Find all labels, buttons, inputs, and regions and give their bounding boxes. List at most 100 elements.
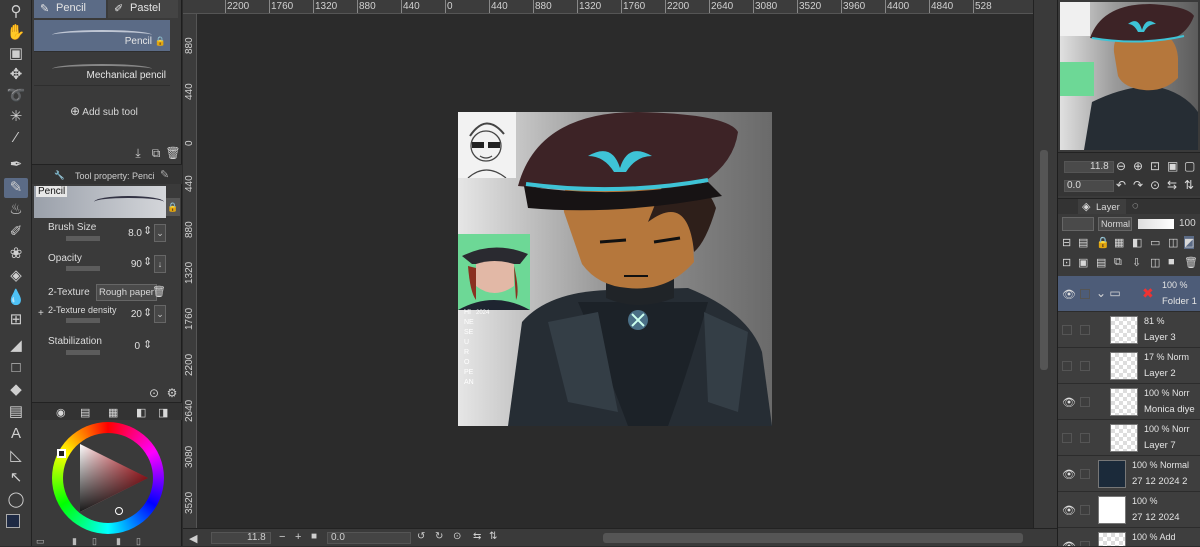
new-folder-icon[interactable]: ▤ bbox=[1096, 256, 1106, 269]
flip-vertical-icon[interactable]: ⇅ bbox=[489, 531, 497, 542]
zoom-value[interactable]: 11.8 bbox=[247, 532, 266, 543]
lasso-icon[interactable]: ➰ bbox=[4, 86, 28, 106]
lock-icon[interactable]: 🔒 bbox=[166, 198, 180, 216]
brush-item-mechanical-pencil[interactable]: Mechanical pencil bbox=[34, 54, 170, 86]
layer-name[interactable]: 27 12 2024 2 bbox=[1132, 476, 1187, 487]
layer-row[interactable]: 👁 100 % Norr Monica diye bbox=[1058, 384, 1200, 420]
hue-marker[interactable] bbox=[57, 449, 66, 458]
settings-icon[interactable]: ⚙ bbox=[164, 386, 180, 400]
mask-icon[interactable]: ◧ bbox=[1132, 236, 1142, 249]
gradient-icon[interactable]: ◢ bbox=[4, 336, 28, 356]
flip-horizontal-icon[interactable]: ⇆ bbox=[1167, 178, 1177, 192]
opacity-value[interactable]: 90 bbox=[120, 259, 142, 270]
delete-layer-icon[interactable]: 🗑 bbox=[1184, 256, 1198, 269]
layer-row[interactable]: 100 % Norr Layer 7 bbox=[1058, 420, 1200, 456]
slider-icon[interactable]: ▯ bbox=[136, 536, 141, 547]
layer-lock-toggle[interactable] bbox=[1080, 505, 1090, 515]
tab-pastel[interactable]: ✐ Pastel bbox=[108, 0, 178, 18]
visibility-eye-icon[interactable]: 👁 bbox=[1062, 468, 1076, 481]
layer-row[interactable]: 17 % Norm Layer 2 bbox=[1058, 348, 1200, 384]
tab-pencil[interactable]: ✎ Pencil bbox=[34, 0, 106, 18]
frame-icon[interactable]: ▤ bbox=[4, 402, 28, 422]
brush-icon[interactable]: ✐ bbox=[4, 222, 28, 242]
texture-density-dropdown[interactable]: ⌄ bbox=[154, 305, 166, 323]
layer-name[interactable]: Monica diye bbox=[1144, 404, 1195, 415]
visibility-eye-icon[interactable]: 👁 bbox=[1062, 396, 1076, 409]
new-raster-layer-icon[interactable]: ⊡ bbox=[1062, 256, 1071, 269]
zoom-in-icon[interactable]: + bbox=[295, 531, 301, 543]
color-wheel-tab-icon[interactable]: ◉ bbox=[56, 406, 66, 419]
angle-value[interactable]: 0.0 bbox=[331, 532, 345, 543]
color-slider-tab-icon[interactable]: ▤ bbox=[80, 406, 90, 419]
layer-lock-toggle[interactable] bbox=[1080, 361, 1090, 371]
visibility-toggle[interactable] bbox=[1062, 325, 1072, 335]
zoom-out-icon[interactable]: − bbox=[279, 531, 285, 543]
layer-lock-toggle[interactable] bbox=[1080, 289, 1090, 299]
slider-icon[interactable]: ▮ bbox=[116, 536, 121, 547]
airbrush-icon[interactable]: ♨ bbox=[4, 200, 28, 220]
rotate-right-icon[interactable]: ↻ bbox=[435, 531, 443, 542]
rotate-left-icon[interactable]: ↶ bbox=[1116, 178, 1126, 192]
pencil-tool-icon[interactable]: ✎ bbox=[4, 178, 28, 198]
brush-size-slider[interactable] bbox=[66, 236, 100, 241]
operation-icon[interactable]: ▣ bbox=[4, 44, 28, 64]
layer-lock-toggle[interactable] bbox=[1080, 325, 1090, 335]
stepper-icon[interactable]: ⇕ bbox=[143, 306, 152, 319]
nav-angle-value[interactable]: 0.0 bbox=[1067, 180, 1081, 191]
layer-opacity-slider[interactable] bbox=[1138, 219, 1174, 229]
opacity-slider[interactable] bbox=[66, 266, 100, 271]
decoration-icon[interactable]: ❀ bbox=[4, 244, 28, 264]
clip-icon[interactable]: ⊟ bbox=[1062, 236, 1071, 249]
flip-vertical-icon[interactable]: ⇅ bbox=[1184, 178, 1194, 192]
intermediate-color-tab-icon[interactable]: ◧ bbox=[136, 406, 146, 419]
new-vector-layer-icon[interactable]: ▣ bbox=[1078, 256, 1088, 269]
full-view-icon[interactable]: ▢ bbox=[1184, 159, 1195, 173]
menu-icon[interactable]: ▭ bbox=[36, 536, 45, 547]
actual-size-icon[interactable]: ⊡ bbox=[1150, 159, 1160, 173]
move-icon[interactable]: ✥ bbox=[4, 65, 28, 85]
trash-icon[interactable]: 🗑 bbox=[152, 285, 166, 298]
nav-zoom-value[interactable]: 11.8 bbox=[1090, 161, 1109, 172]
layer-row[interactable]: 81 % Layer 3 bbox=[1058, 312, 1200, 348]
brush-size-value[interactable]: 8.0 bbox=[120, 228, 142, 239]
zoom-icon[interactable]: ⚲ bbox=[4, 2, 28, 22]
blend-icon[interactable]: 💧 bbox=[4, 288, 28, 308]
layer-row[interactable]: 👁 100 % 27 12 2024 bbox=[1058, 492, 1200, 528]
main-color-swatch[interactable] bbox=[6, 514, 20, 528]
reference-icon[interactable]: ▤ bbox=[1078, 236, 1088, 249]
layer-name[interactable]: 27 12 2024 bbox=[1132, 512, 1180, 523]
correct-line-icon[interactable]: ↖ bbox=[4, 468, 28, 488]
visibility-eye-icon[interactable]: 👁 bbox=[1062, 504, 1076, 517]
add-sub-tool-button[interactable]: ⊕ Add sub tool bbox=[70, 104, 138, 118]
layer-name[interactable]: Layer 7 bbox=[1144, 440, 1176, 451]
tab-layer[interactable]: ◈ Layer bbox=[1078, 199, 1126, 215]
palette-icon[interactable]: ◫ bbox=[1168, 236, 1178, 249]
fit-window-icon[interactable]: ▣ bbox=[1167, 159, 1178, 173]
rotate-left-icon[interactable]: ↺ bbox=[417, 531, 425, 542]
horizontal-scrollbar-thumb[interactable] bbox=[603, 533, 1023, 543]
speech-icon[interactable]: ◯ bbox=[4, 490, 28, 510]
merge-icon[interactable]: ⧉ bbox=[1114, 256, 1122, 269]
slider-icon[interactable]: ▮ bbox=[72, 536, 77, 547]
texture-density-value[interactable]: 20 bbox=[120, 309, 142, 320]
saturation-triangle[interactable] bbox=[72, 440, 152, 518]
visibility-eye-icon[interactable]: 👁 bbox=[1062, 288, 1076, 301]
layer-lock-toggle[interactable] bbox=[1080, 433, 1090, 443]
ruler-icon[interactable]: ▭ bbox=[1150, 236, 1160, 249]
color-picker-marker[interactable] bbox=[115, 507, 123, 515]
layer-lock-toggle[interactable] bbox=[1080, 469, 1090, 479]
text-icon[interactable]: A bbox=[4, 424, 28, 444]
brush-size-dropdown[interactable]: ⌄ bbox=[154, 224, 166, 242]
vertical-scrollbar[interactable] bbox=[1033, 0, 1057, 528]
layer-folder-row[interactable]: 👁 ⌄ ▭ ✖ 100 % Folder 1 bbox=[1058, 276, 1200, 312]
stepper-icon[interactable]: ⇕ bbox=[143, 224, 152, 237]
layer-property-tab-icon[interactable]: ◌ bbox=[1132, 200, 1139, 212]
stabilization-slider[interactable] bbox=[66, 350, 100, 355]
eraser-icon[interactable]: ◈ bbox=[4, 266, 28, 286]
hand-icon[interactable]: ✋ bbox=[4, 23, 28, 43]
zoom-in-icon[interactable]: ⊕ bbox=[1133, 159, 1143, 173]
lock-icon[interactable]: 🔒 bbox=[1096, 236, 1110, 249]
mask-add-icon[interactable]: ■ bbox=[1168, 256, 1175, 268]
layer-opacity-value[interactable]: 100 bbox=[1179, 218, 1196, 229]
texture-density-slider[interactable] bbox=[66, 318, 100, 323]
